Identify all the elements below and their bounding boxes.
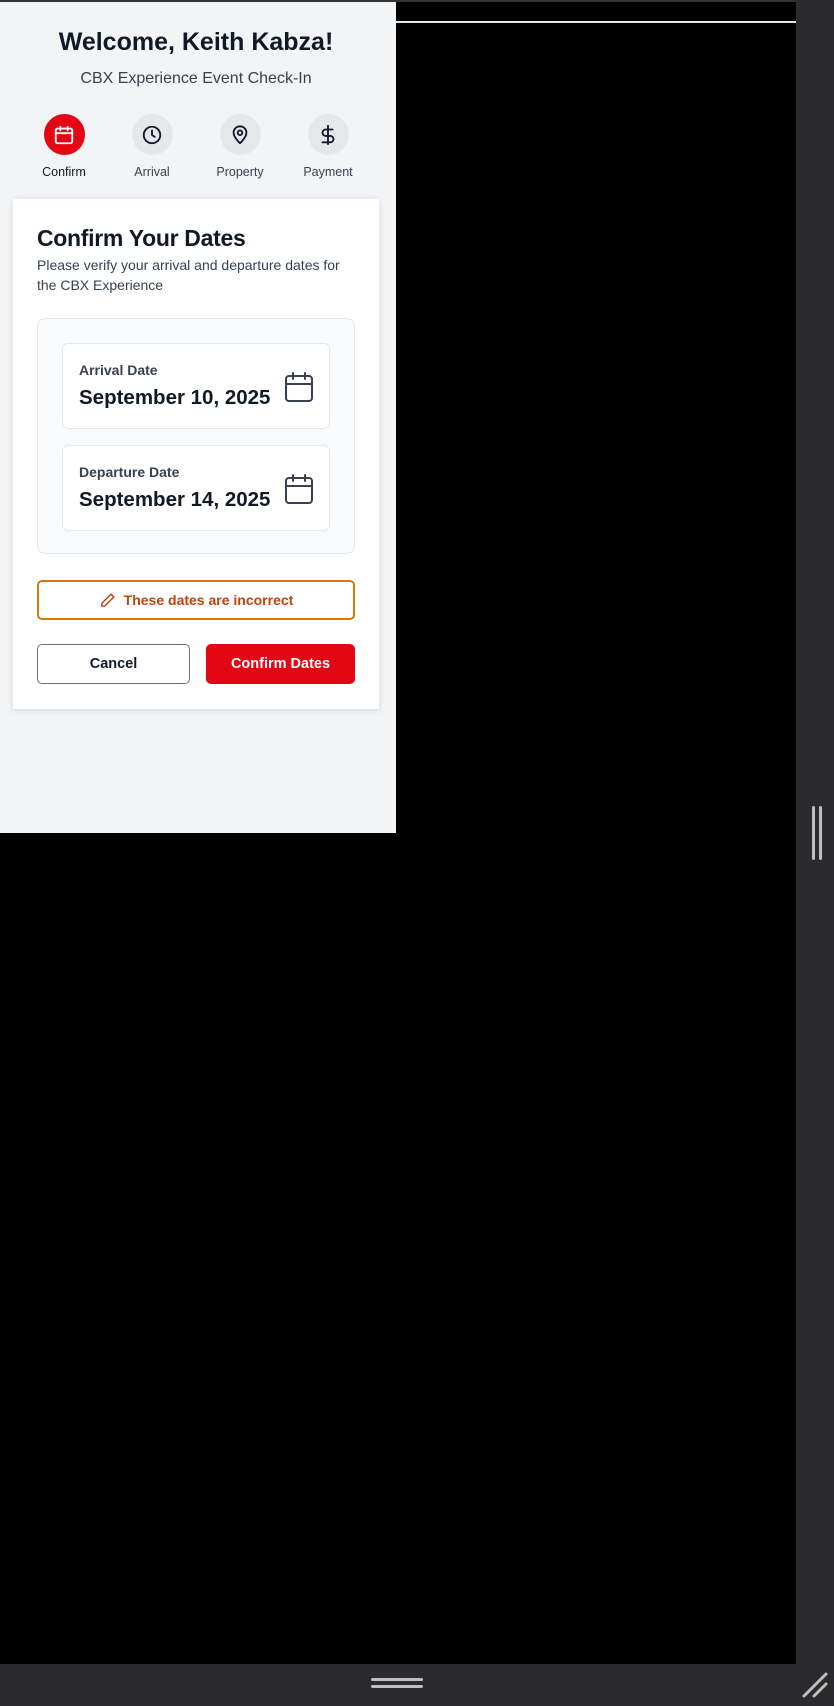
divider-line [396, 21, 796, 23]
step-property[interactable]: Property [196, 114, 284, 179]
step-label: Payment [303, 165, 353, 179]
confirm-dates-button[interactable]: Confirm Dates [206, 644, 355, 684]
confirm-dates-card: Confirm Your Dates Please verify your ar… [13, 199, 379, 709]
step-payment[interactable]: Payment [284, 114, 372, 179]
dollar-icon [307, 114, 349, 155]
step-arrival[interactable]: Arrival [108, 114, 196, 179]
departure-date-card[interactable]: Departure Date September 14, 2025 [62, 445, 330, 531]
cancel-button[interactable]: Cancel [37, 644, 190, 684]
split-view-handle[interactable] [812, 806, 822, 860]
map-pin-icon [219, 114, 261, 155]
dates-incorrect-label: These dates are incorrect [123, 592, 294, 608]
card-title: Confirm Your Dates [37, 225, 246, 251]
step-label: Property [216, 165, 264, 179]
arrival-date-value: September 10, 2025 [79, 386, 271, 409]
card-description: Please verify your arrival and departure… [37, 257, 340, 293]
departure-date-value: September 14, 2025 [79, 488, 271, 511]
calendar-icon [43, 114, 85, 155]
check-in-app: Welcome, Keith Kabza! CBX Experience Eve… [0, 2, 396, 833]
departure-date-label: Departure Date [79, 464, 180, 480]
calendar-icon [283, 472, 315, 506]
arrival-date-card[interactable]: Arrival Date September 10, 2025 [62, 343, 330, 429]
dates-panel: Arrival Date September 10, 2025 Departur… [37, 318, 355, 554]
event-subtitle: CBX Experience Event Check-In [80, 70, 312, 87]
dates-incorrect-button[interactable]: These dates are incorrect [37, 580, 355, 620]
step-confirm[interactable]: Confirm [20, 114, 108, 179]
calendar-icon [283, 370, 315, 404]
pencil-icon [100, 592, 115, 607]
welcome-title: Welcome, Keith Kabza! [58, 28, 334, 56]
step-label: Arrival [134, 165, 170, 179]
home-indicator[interactable] [371, 1678, 423, 1692]
progress-steps: Confirm Arrival Property Payment [20, 114, 372, 184]
resize-corner-icon[interactable] [800, 1670, 830, 1700]
clock-icon [131, 114, 173, 155]
arrival-date-label: Arrival Date [79, 362, 158, 378]
step-label: Confirm [42, 165, 86, 179]
